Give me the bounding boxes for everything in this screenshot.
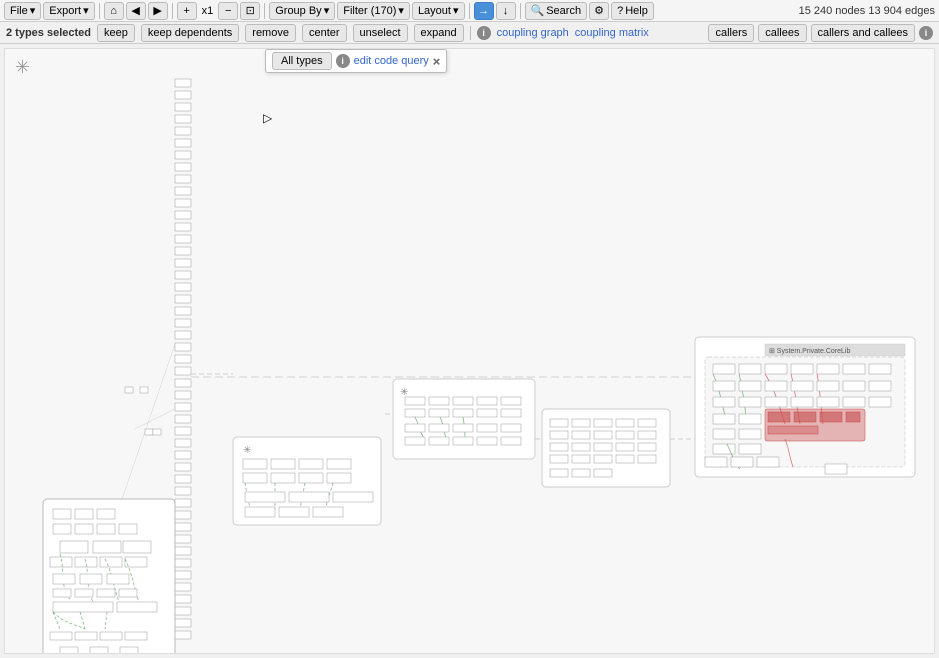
nodes-info-text: 15 240 nodes 13 904 edges [799,5,935,17]
expand-label: expand [421,27,457,39]
search-icon: 🔍 [531,4,545,17]
edit-code-query-label: edit code query [354,55,429,67]
expand-button[interactable]: expand [414,24,464,42]
nav-home-button[interactable]: ⌂ [104,2,124,20]
help-question-icon: ? [617,5,623,17]
coupling-info-icon[interactable]: i [477,26,491,40]
edit-code-query-link[interactable]: edit code query [354,55,429,67]
middle-cluster: ✳ [233,437,381,525]
group-by-arrow: ▾ [324,4,330,17]
export-menu[interactable]: Export ▾ [43,2,94,20]
remove-label: remove [252,27,289,39]
center-button[interactable]: center [302,24,347,42]
export-arrow: ▾ [83,4,89,17]
right-center-cluster [542,409,670,487]
file-menu[interactable]: File ▾ [4,2,41,20]
callers-and-callees-label: callers and callees [818,27,909,39]
keep-dependents-label: keep dependents [148,27,232,39]
callers-button[interactable]: callers [708,24,754,42]
coupling-matrix-label: coupling matrix [575,27,649,39]
keep-label: keep [104,27,128,39]
keep-button[interactable]: keep [97,24,135,42]
nav-forward-button[interactable]: ▶ [148,2,168,20]
all-types-popup: All types i edit code query × [265,49,447,73]
forward-arrow-button[interactable]: → [474,2,494,20]
sep1 [99,3,100,19]
sel-sep1 [470,26,471,40]
file-arrow: ▾ [30,4,36,17]
all-types-label: All types [281,55,323,67]
right-buttons: callers callees callers and callees i [708,24,933,42]
svg-text:⊞ System.Private.CoreLib: ⊞ System.Private.CoreLib [769,348,850,355]
filter-label: Filter (170) [343,5,396,17]
sep5 [520,3,521,19]
filter-arrow: ▾ [398,4,404,17]
center-cluster: ✳ [393,379,535,459]
down-arrow-button[interactable]: ↓ [496,2,516,20]
close-icon: × [433,54,441,69]
coupling-graph-link[interactable]: coupling graph [497,27,569,39]
all-types-tab[interactable]: All types [272,52,332,70]
nodes-info: 15 240 nodes 13 904 edges [799,5,935,17]
unselect-label: unselect [360,27,401,39]
export-label: Export [49,5,81,17]
file-label: File [10,5,28,17]
help-button[interactable]: ? Help [611,2,654,20]
main-area: ✳ All types i edit code query × ▷ [0,44,939,658]
types-selected-label: 2 types selected [6,27,91,39]
callers-and-callees-button[interactable]: callers and callees [811,24,916,42]
callees-info-icon[interactable]: i [919,26,933,40]
callers-label: callers [715,27,747,39]
gear-icon: ⚙ [594,4,604,17]
group-by-dropdown[interactable]: Group By ▾ [269,2,335,20]
layout-arrow: ▾ [453,4,459,17]
coupling-graph-label: coupling graph [497,27,569,39]
search-label: Search [546,5,581,17]
sep3 [264,3,265,19]
popup-info-icon[interactable]: i [336,54,350,68]
keep-dependents-button[interactable]: keep dependents [141,24,239,42]
canvas[interactable]: ✳ All types i edit code query × ▷ [4,48,935,654]
search-button[interactable]: 🔍 Search [525,2,588,20]
selection-bar: 2 types selected keep keep dependents re… [0,22,939,44]
sep2 [172,3,173,19]
remove-button[interactable]: remove [245,24,296,42]
far-right-cluster: ⊞ System.Private.CoreLib [695,337,915,477]
unselect-button[interactable]: unselect [353,24,408,42]
svg-text:✳: ✳ [243,445,251,456]
help-label: Help [625,5,648,17]
layout-label: Layout [418,5,451,17]
svg-text:✳: ✳ [400,387,408,398]
filter-dropdown[interactable]: Filter (170) ▾ [337,2,410,20]
group-by-label: Group By [275,5,321,17]
fit-button[interactable]: ⊡ [240,2,260,20]
popup-close-button[interactable]: × [433,54,441,69]
zoom-in-button[interactable]: + [177,2,197,20]
graph-visualization: ✳ [5,49,934,653]
center-label: center [309,27,340,39]
layout-dropdown[interactable]: Layout ▾ [412,2,465,20]
callees-label: callees [765,27,799,39]
callees-button[interactable]: callees [758,24,806,42]
coupling-matrix-link[interactable]: coupling matrix [575,27,649,39]
sep4 [469,3,470,19]
bottom-left-cluster [43,499,175,653]
zoom-out-button[interactable]: − [218,2,238,20]
zoom-level: x1 [199,5,217,17]
nav-back-button[interactable]: ◀ [126,2,146,20]
settings-button[interactable]: ⚙ [589,2,609,20]
toolbar: File ▾ Export ▾ ⌂ ◀ ▶ + x1 − ⊡ Group By … [0,0,939,22]
